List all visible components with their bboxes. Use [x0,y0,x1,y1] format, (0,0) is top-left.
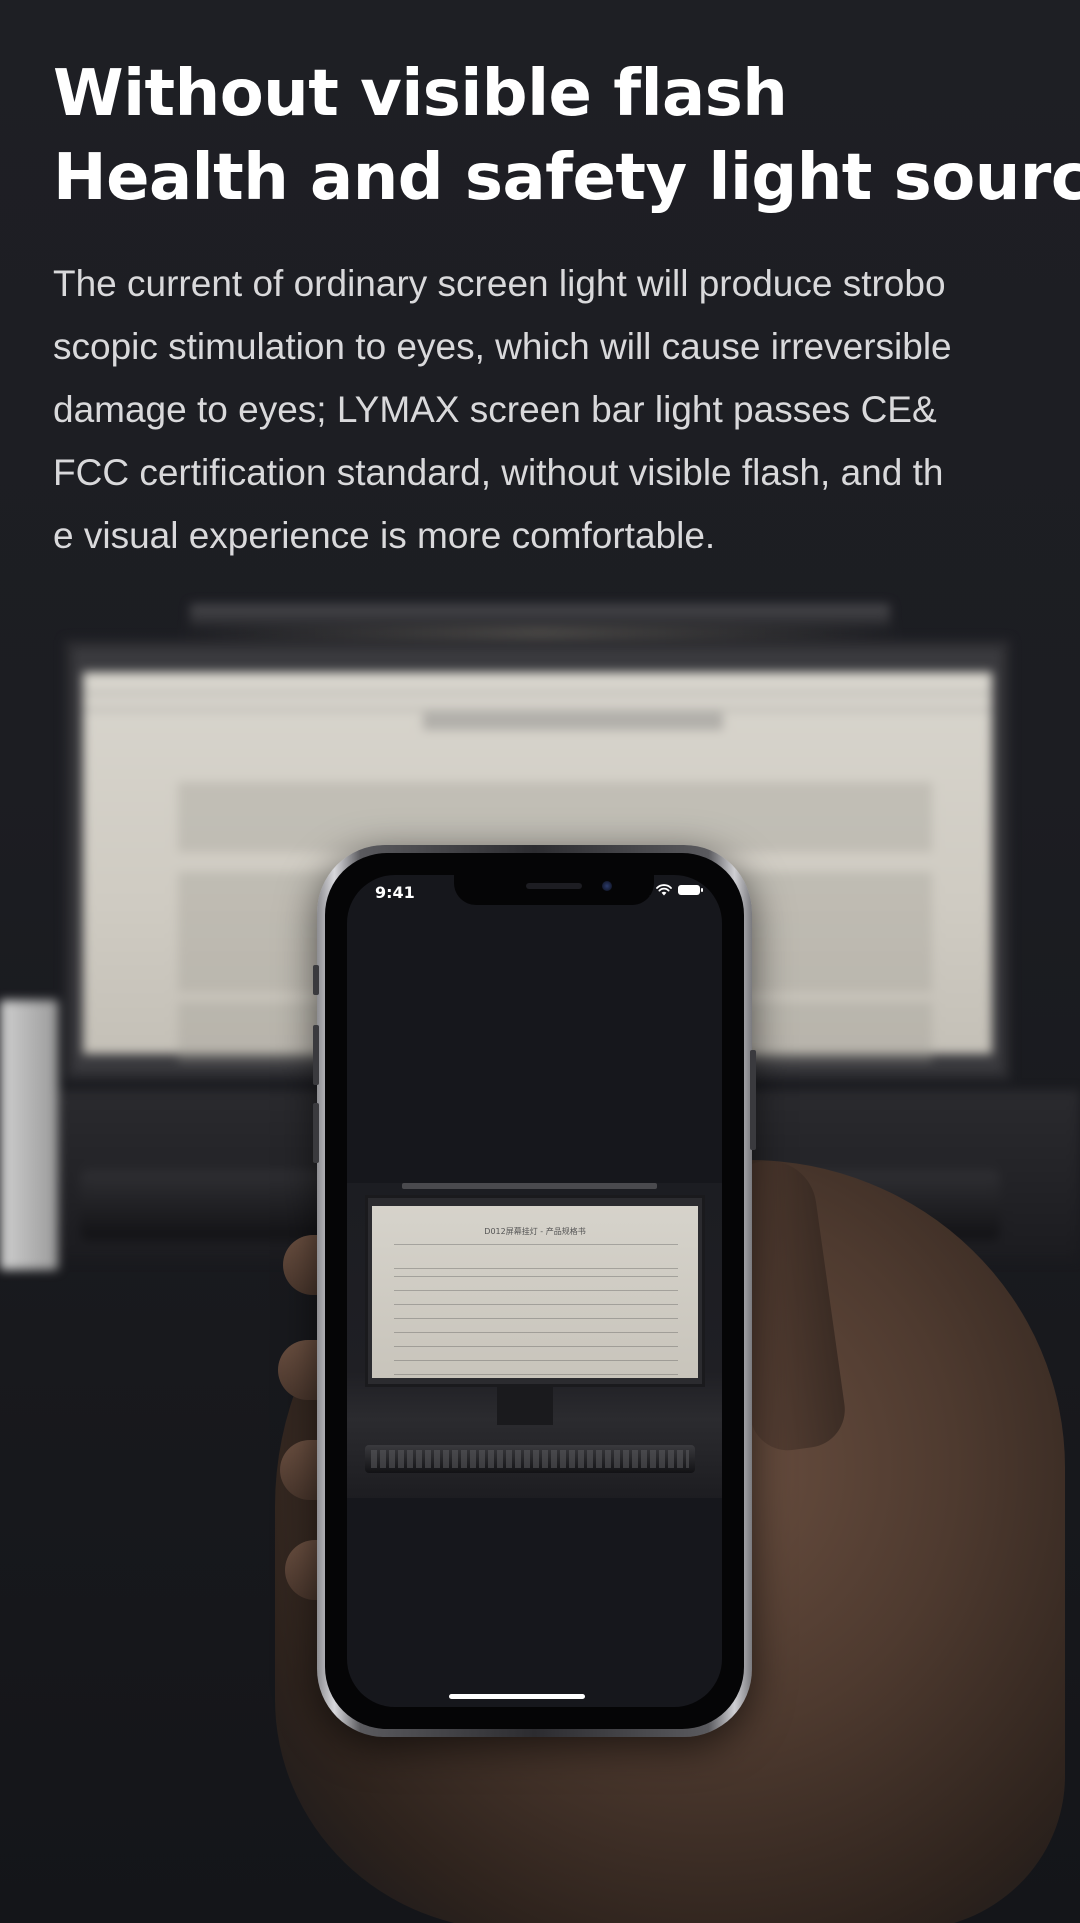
description-paragraph: The current of ordinary screen light wil… [53,252,1043,567]
volume-down-button [313,1103,319,1163]
camera-preview-photo: D012屏幕挂灯 - 产品规格书 [347,1183,722,1498]
headline-line-1: Without visible flash [53,57,788,131]
background-document-title [423,712,723,730]
battery-icon [678,885,703,895]
screen-bar-lamp [190,604,890,626]
preview-monitor: D012屏幕挂灯 - 产品规格书 [365,1195,705,1387]
preview-screen-bar-lamp [402,1183,657,1189]
headline-line-2: Health and safety light source [53,141,1080,215]
wifi-icon [656,884,672,896]
volume-up-button [313,1025,319,1085]
description-line: damage to eyes; LYMAX screen bar light p… [53,389,937,430]
description-line: The current of ordinary screen light wil… [53,263,946,304]
description-line: e visual experience is more comfortable. [53,515,716,556]
preview-keyboard [365,1445,695,1473]
preview-monitor-screen: D012屏幕挂灯 - 产品规格书 [372,1206,698,1378]
description-line: FCC certification standard, without visi… [53,452,944,493]
phone-notch [454,875,654,905]
mute-switch [313,965,319,995]
phone-screen: 9:41 D012屏幕挂灯 - 产品规格书 [347,875,722,1707]
preview-monitor-stand [497,1387,553,1425]
home-indicator [449,1694,585,1699]
power-button [750,1050,756,1150]
preview-document-title: D012屏幕挂灯 - 产品规格书 [484,1227,586,1236]
headline: Without visible flash Health and safety … [53,52,1080,220]
page: Without visible flash Health and safety … [0,0,1080,1923]
smartphone: 9:41 D012屏幕挂灯 - 产品规格书 [313,845,756,1737]
phone-bezel: 9:41 D012屏幕挂灯 - 产品规格书 [325,853,744,1729]
earpiece-speaker [526,883,582,889]
product-box [0,1000,58,1270]
description-line: scopic stimulation to eyes, which will c… [53,326,952,367]
front-camera [602,881,612,891]
status-time: 9:41 [375,883,415,902]
